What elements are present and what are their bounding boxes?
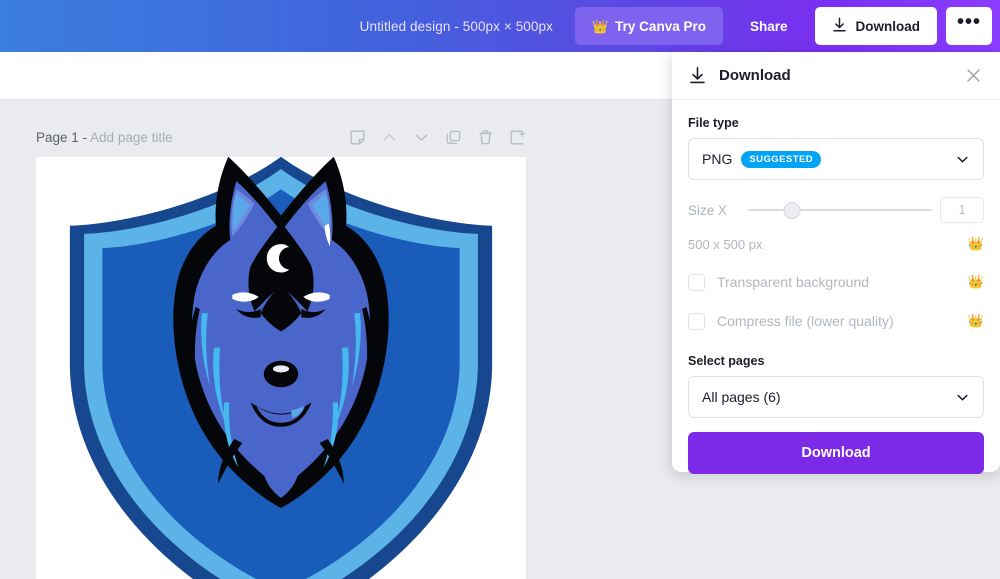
size-control-row: Size X 1 (688, 196, 984, 224)
wolf-shield-artwork (36, 157, 526, 579)
canva-editor-window: Untitled design - 500px × 500px 👑 Try Ca… (0, 0, 1000, 579)
file-type-label: File type (688, 116, 739, 130)
chevron-down-icon (955, 390, 970, 405)
download-panel-title: Download (719, 67, 791, 84)
download-submit-button[interactable]: Download (688, 432, 984, 474)
checkbox[interactable] (688, 273, 705, 291)
page-tools-group (348, 128, 526, 146)
page-title-placeholder: Add page title (90, 129, 173, 145)
close-icon[interactable] (962, 65, 984, 87)
select-pages-label: Select pages (688, 354, 765, 368)
size-slider[interactable] (748, 200, 932, 220)
page-number-label: Page 1 - (36, 129, 91, 145)
crown-icon: 👑 (967, 274, 984, 289)
select-pages-dropdown[interactable]: All pages (6) (688, 376, 984, 418)
duplicate-icon[interactable] (444, 128, 462, 146)
suggested-badge: Suggested (741, 150, 822, 168)
option-transparent-background[interactable]: Transparent background 👑 (688, 271, 984, 293)
download-arrow-icon (832, 16, 847, 36)
option-label: Compress file (lower quality) (717, 313, 894, 329)
design-canvas[interactable] (36, 157, 526, 579)
select-pages-value: All pages (6) (702, 389, 781, 405)
share-button[interactable]: Share (732, 7, 806, 45)
option-compress-file[interactable]: Compress file (lower quality) 👑 (688, 310, 984, 332)
slider-track (748, 209, 932, 211)
dimensions-text: 500 x 500 px (688, 236, 763, 252)
document-title: Untitled design - 500px × 500px (359, 18, 553, 34)
download-panel-header: Download (672, 52, 1000, 100)
add-page-icon[interactable] (508, 128, 526, 146)
page-title-row[interactable]: Page 1 - Add page title (36, 130, 173, 145)
size-input[interactable]: 1 (940, 197, 984, 223)
checkbox[interactable] (688, 312, 705, 330)
try-canva-pro-label: Try Canva Pro (615, 18, 706, 34)
download-panel: Download File type PNG Suggested Size X (672, 52, 1000, 474)
file-type-value: PNG (702, 151, 733, 167)
chevron-down-icon[interactable] (412, 128, 430, 146)
option-label: Transparent background (717, 274, 870, 290)
chevron-up-icon[interactable] (380, 128, 398, 146)
crown-icon: 👑 (591, 18, 609, 34)
page-header: Page 1 - Add page title (36, 126, 526, 148)
download-arrow-icon (688, 66, 707, 85)
notes-icon[interactable] (348, 128, 366, 146)
download-panel-body: File type PNG Suggested Size X 1 (672, 100, 1000, 474)
download-button-topbar[interactable]: Download (814, 7, 937, 45)
wolf-nose (263, 360, 299, 388)
chevron-down-icon (955, 152, 970, 167)
crown-icon: 👑 (967, 236, 984, 251)
crown-icon: 👑 (967, 313, 984, 328)
more-options-button[interactable]: ••• (946, 7, 992, 45)
download-label-topbar: Download (855, 18, 921, 34)
dimensions-row: 500 x 500 px 👑 (688, 234, 984, 254)
trash-icon[interactable] (476, 128, 494, 146)
wolf-nose-gloss (272, 365, 290, 373)
slider-thumb[interactable] (783, 201, 801, 219)
file-type-select[interactable]: PNG Suggested (688, 138, 984, 180)
top-header-bar: Untitled design - 500px × 500px 👑 Try Ca… (0, 0, 1000, 52)
share-label: Share (749, 18, 788, 34)
try-canva-pro-button[interactable]: 👑 Try Canva Pro (574, 7, 723, 45)
ellipsis-icon: ••• (956, 11, 981, 33)
size-label: Size X (688, 202, 728, 218)
